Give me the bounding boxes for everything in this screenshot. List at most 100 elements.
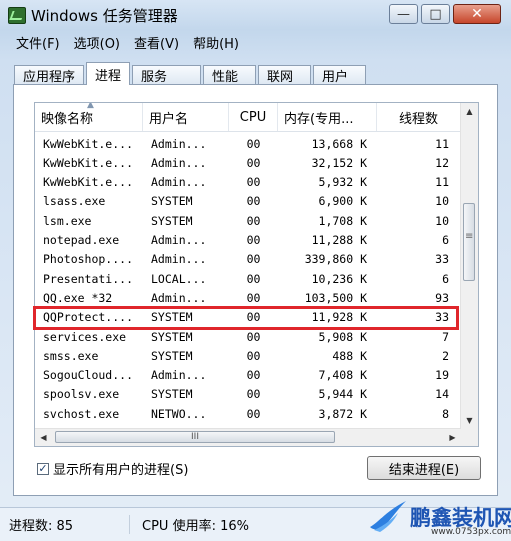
- process-row[interactable]: QQ.exe *32 Admin... 00 103,500 K 93: [35, 288, 461, 307]
- process-row[interactable]: Photoshop.... Admin... 00 339,860 K 33: [35, 250, 461, 269]
- column-cpu[interactable]: CPU: [229, 103, 278, 131]
- maximize-button[interactable]: □: [421, 4, 450, 24]
- process-threads: 10: [435, 213, 449, 228]
- process-cpu: 00: [246, 271, 261, 286]
- process-memory: 10,236 K: [311, 271, 367, 286]
- cpu-usage: CPU 使用率: 16%: [129, 515, 249, 534]
- vertical-scrollbar[interactable]: ▲ ▼: [460, 103, 478, 429]
- process-image-name: spoolsv.exe: [43, 387, 120, 402]
- process-memory: 3,872 K: [318, 406, 367, 421]
- close-button[interactable]: ✕: [453, 4, 501, 24]
- menu-help[interactable]: 帮助(H): [186, 33, 246, 52]
- process-cpu: 00: [246, 406, 261, 421]
- process-row[interactable]: lsm.exe SYSTEM 00 1,708 K 10: [35, 211, 461, 230]
- column-user-name-label: 用户名: [149, 111, 189, 127]
- process-threads: 14: [435, 387, 449, 402]
- column-threads[interactable]: 线程数: [377, 103, 461, 131]
- process-image-name: Presentati...: [43, 271, 134, 286]
- tab-performance[interactable]: 性能: [203, 65, 257, 85]
- process-user-name: SYSTEM: [151, 329, 193, 344]
- process-memory: 11,928 K: [311, 310, 367, 325]
- tab-processes[interactable]: 进程: [86, 62, 131, 85]
- column-cpu-label: CPU: [239, 109, 267, 125]
- process-image-name: lsass.exe: [43, 194, 106, 209]
- process-row[interactable]: spoolsv.exe SYSTEM 00 5,944 K 14: [35, 385, 461, 404]
- process-image-name: services.exe: [43, 329, 127, 344]
- vertical-scroll-thumb[interactable]: [463, 203, 475, 281]
- sort-ascending-icon: ▲: [87, 102, 94, 110]
- process-cpu: 00: [246, 194, 261, 209]
- task-manager-app-icon: [8, 7, 26, 24]
- process-cpu: 00: [246, 213, 261, 228]
- process-row[interactable]: SogouCloud... Admin... 00 7,408 K 19: [35, 366, 461, 385]
- process-threads: 7: [442, 329, 449, 344]
- tab-networking[interactable]: 联网: [258, 65, 312, 85]
- process-user-name: Admin...: [151, 175, 207, 190]
- tab-users[interactable]: 用户: [313, 65, 367, 85]
- process-user-name: NETWO...: [151, 406, 207, 421]
- process-image-name: QQ.exe *32: [43, 290, 113, 305]
- tab-applications[interactable]: 应用程序: [14, 65, 85, 85]
- menu-file[interactable]: 文件(F): [9, 33, 67, 52]
- process-user-name: SYSTEM: [151, 348, 193, 363]
- process-memory: 488 K: [332, 348, 367, 363]
- process-image-name: KwWebKit.e...: [43, 136, 134, 151]
- process-row[interactable]: notepad.exe Admin... 00 11,288 K 6: [35, 231, 461, 250]
- process-memory: 11,288 K: [311, 233, 367, 247]
- process-cpu: 00: [246, 155, 261, 170]
- column-user-name[interactable]: 用户名: [143, 103, 229, 131]
- window-title: Windows 任务管理器: [31, 7, 178, 25]
- horizontal-scroll-thumb[interactable]: III: [55, 431, 335, 443]
- process-threads: 93: [435, 290, 449, 305]
- menu-options[interactable]: 选项(O): [67, 33, 127, 52]
- title-bar[interactable]: Windows 任务管理器 — □ ✕: [0, 0, 511, 30]
- watermark-bird-logo-icon: [370, 501, 406, 532]
- column-memory[interactable]: 内存(专用...: [278, 103, 377, 131]
- minimize-button[interactable]: —: [389, 4, 418, 24]
- process-image-name: SogouCloud...: [43, 368, 134, 383]
- scroll-right-arrow-icon[interactable]: ▶: [444, 429, 461, 446]
- process-cpu: 00: [246, 387, 261, 402]
- process-memory: 1,708 K: [318, 213, 367, 228]
- process-user-name: Admin...: [151, 233, 207, 247]
- process-threads: 12: [435, 155, 449, 170]
- process-row[interactable]: QQProtect.... SYSTEM 00 11,928 K 33: [35, 308, 461, 327]
- tab-services[interactable]: 服务: [132, 65, 202, 85]
- process-user-name: SYSTEM: [151, 194, 193, 209]
- tab-strip: 应用程序 进程 服务 性能 联网 用户: [14, 62, 368, 85]
- process-row[interactable]: Presentati... LOCAL... 00 10,236 K 6: [35, 269, 461, 288]
- end-process-button[interactable]: 结束进程(E): [367, 456, 481, 480]
- process-memory: 32,152 K: [311, 155, 367, 170]
- process-threads: 6: [442, 271, 449, 286]
- process-threads: 10: [435, 194, 449, 209]
- process-cpu: 00: [246, 252, 261, 267]
- process-user-name: SYSTEM: [151, 387, 193, 402]
- process-list[interactable]: ▲ 映像名称 用户名 CPU 内存(专用... 线程数 KwWebKit.e..…: [34, 102, 479, 447]
- scroll-down-arrow-icon[interactable]: ▼: [461, 412, 478, 429]
- process-threads: 33: [435, 310, 449, 325]
- scroll-up-arrow-icon[interactable]: ▲: [461, 103, 478, 120]
- show-all-users-checkbox[interactable]: ✓ 显示所有用户的进程(S): [37, 459, 188, 478]
- process-row[interactable]: KwWebKit.e... Admin... 00 13,668 K 11: [35, 134, 461, 153]
- process-memory: 5,908 K: [318, 329, 367, 344]
- process-memory: 7,408 K: [318, 368, 367, 383]
- checkbox-check-icon[interactable]: ✓: [37, 462, 49, 475]
- process-row[interactable]: KwWebKit.e... Admin... 00 32,152 K 12: [35, 153, 461, 172]
- process-row[interactable]: smss.exe SYSTEM 00 488 K 2: [35, 346, 461, 365]
- process-memory: 103,500 K: [304, 290, 367, 305]
- process-row[interactable]: lsass.exe SYSTEM 00 6,900 K 10: [35, 192, 461, 211]
- process-threads: 11: [435, 175, 449, 190]
- scroll-left-arrow-icon[interactable]: ◀: [35, 429, 52, 446]
- process-row[interactable]: KwWebKit.e... Admin... 00 5,932 K 11: [35, 173, 461, 192]
- process-row[interactable]: services.exe SYSTEM 00 5,908 K 7: [35, 327, 461, 346]
- horizontal-scrollbar[interactable]: ◀ III ▶: [35, 428, 461, 446]
- process-threads: 19: [435, 368, 449, 383]
- process-threads: 6: [442, 233, 449, 247]
- column-image-name-label: 映像名称: [41, 111, 94, 127]
- column-image-name[interactable]: ▲ 映像名称: [35, 103, 143, 131]
- menu-view[interactable]: 查看(V): [127, 33, 186, 52]
- scroll-corner: [461, 429, 478, 446]
- process-cpu: 00: [246, 348, 261, 363]
- process-row[interactable]: svchost.exe NETWO... 00 3,872 K 8: [35, 404, 461, 423]
- process-user-name: Admin...: [151, 155, 207, 170]
